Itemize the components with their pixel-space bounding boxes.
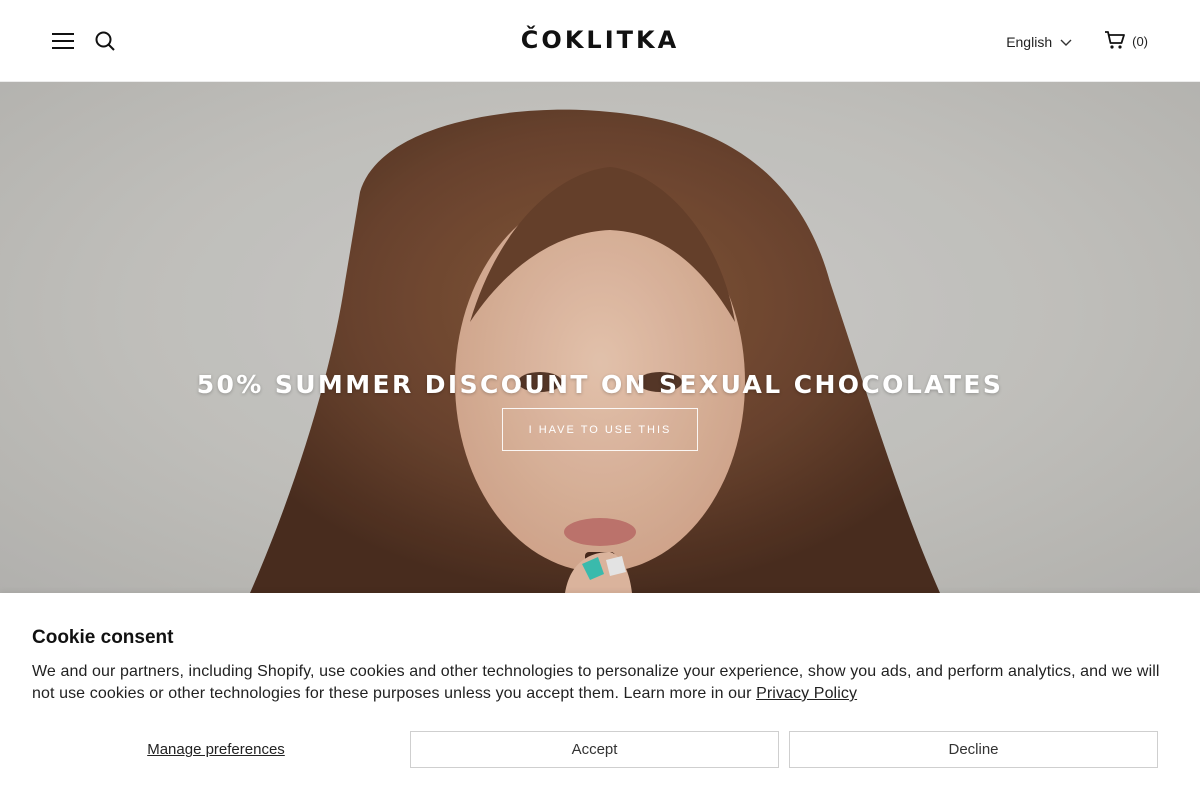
cookie-description: We and our partners, including Shopify, … xyxy=(32,661,1162,705)
hero-cta-button[interactable]: I HAVE TO USE THIS xyxy=(502,408,698,451)
hero-overlay xyxy=(0,82,1200,593)
cart-icon xyxy=(1104,30,1126,53)
decline-button[interactable]: Decline xyxy=(789,731,1158,768)
language-selector[interactable]: English xyxy=(1006,34,1072,50)
manage-preferences-button[interactable]: Manage preferences xyxy=(32,731,400,768)
cookie-title: Cookie consent xyxy=(32,627,174,648)
cart-count: (0) xyxy=(1132,34,1148,49)
cart-button[interactable]: (0) xyxy=(1104,30,1148,53)
privacy-policy-link[interactable]: Privacy Policy xyxy=(756,685,857,702)
hero-title: 50% SUMMER DISCOUNT ON SEXUAL CHOCOLATES xyxy=(196,370,1004,399)
site-header: ČOKLITKA English (0) xyxy=(0,0,1200,82)
language-label: English xyxy=(1006,33,1053,50)
chevron-down-icon xyxy=(1060,34,1072,50)
accept-button[interactable]: Accept xyxy=(410,731,779,768)
header-right-controls: English (0) xyxy=(1006,30,1148,53)
cookie-consent-banner: Cookie consent We and our partners, incl… xyxy=(0,593,1200,800)
hero-banner: 50% SUMMER DISCOUNT ON SEXUAL CHOCOLATES… xyxy=(0,82,1200,593)
cookie-text: We and our partners, including Shopify, … xyxy=(32,663,1160,702)
